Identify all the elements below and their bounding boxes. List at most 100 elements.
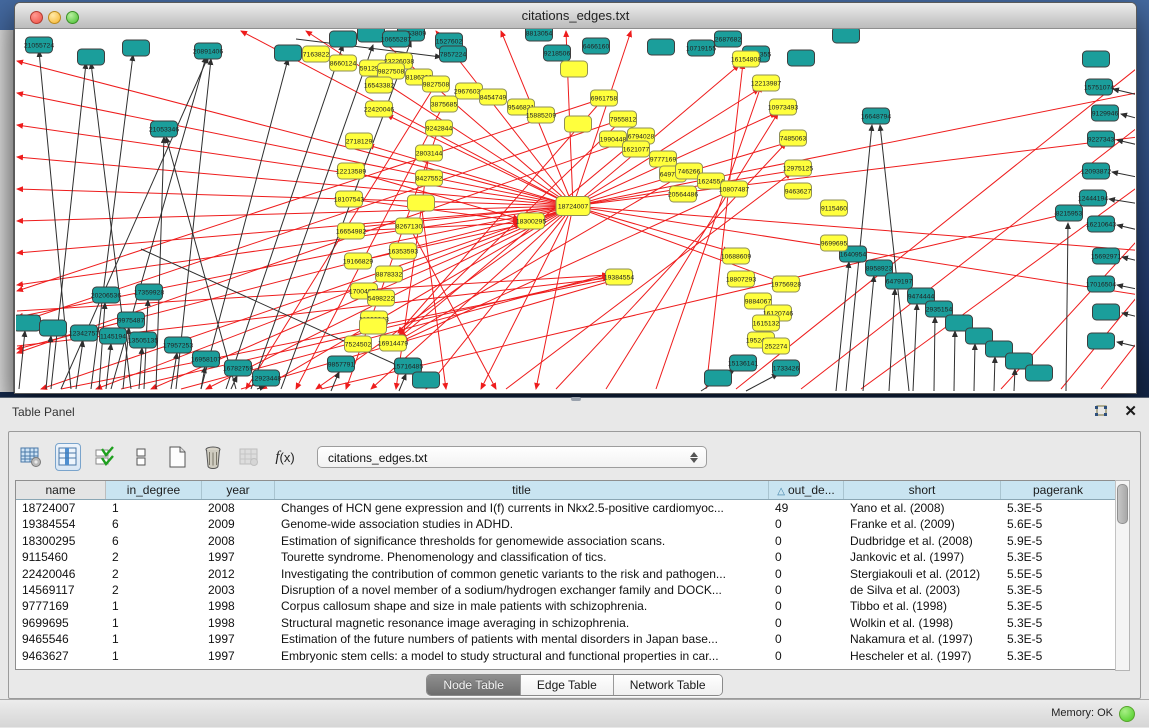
table-row[interactable]: 1872400712008Changes of HCN gene express…	[16, 500, 1116, 516]
graph-node[interactable]: 12213589	[336, 163, 366, 179]
graph-node[interactable]: 8427552	[416, 170, 443, 186]
table-row[interactable]: 1938455462009Genome-wide association stu…	[16, 516, 1116, 532]
graph-node[interactable]: 8660124	[330, 55, 357, 71]
graph-edge[interactable]	[421, 203, 446, 389]
table-row[interactable]: 946362711997Embryonic stem cells: a mode…	[16, 648, 1116, 664]
graph-edge[interactable]	[1117, 140, 1135, 147]
graph-node[interactable]	[360, 318, 387, 334]
graph-edge[interactable]	[139, 348, 142, 389]
graph-node[interactable]: 15692971	[1091, 248, 1121, 264]
graph-node[interactable]: 17359928	[134, 284, 164, 300]
graph-node[interactable]: 9777169	[650, 151, 677, 167]
graph-node[interactable]: 10807487	[719, 181, 749, 197]
column-header-name[interactable]: name	[16, 481, 106, 499]
graph-edge[interactable]	[573, 91, 1135, 206]
vertical-scrollbar[interactable]	[1115, 480, 1130, 671]
graph-node[interactable]: 9115460	[821, 200, 848, 216]
graph-node[interactable]: 9975487	[118, 312, 145, 328]
graph-node[interactable]: 9463627	[785, 183, 812, 199]
network-table-selector[interactable]: citations_edges.txt	[317, 446, 707, 468]
graph-node[interactable]	[275, 45, 302, 61]
graph-node[interactable]	[1088, 333, 1115, 349]
graph-edge[interactable]	[573, 206, 1135, 251]
column-header-title[interactable]: title	[275, 481, 769, 499]
graph-node[interactable]: 15751074	[1084, 79, 1114, 95]
graph-node[interactable]: 15885209	[526, 107, 556, 123]
graph-node[interactable]: 16543382	[364, 77, 394, 93]
graph-node[interactable]: 16353593	[388, 243, 418, 259]
graph-node[interactable]	[565, 116, 592, 132]
graph-node[interactable]: 20564486	[668, 186, 698, 202]
graph-node[interactable]: 9827508	[423, 76, 450, 92]
graph-node[interactable]: 16654982	[336, 223, 366, 239]
graph-node[interactable]	[833, 29, 860, 43]
graph-node[interactable]	[78, 49, 105, 65]
graph-node[interactable]: 18724007	[556, 197, 590, 216]
network-view-window[interactable]: citations_edges.txt 21055724208914061605…	[14, 2, 1137, 394]
graph-node[interactable]: 12923448	[251, 370, 281, 386]
graph-edge[interactable]	[954, 331, 955, 391]
graph-node[interactable]: 7524502	[345, 336, 372, 352]
graph-node[interactable]: 8878332	[376, 266, 403, 282]
graph-node[interactable]: 19756928	[771, 276, 801, 292]
table-row[interactable]: 977716911998Corpus callosum shape and si…	[16, 598, 1116, 614]
graph-edge[interactable]	[994, 357, 995, 391]
graph-edge[interactable]	[156, 137, 164, 389]
graph-edge[interactable]	[231, 376, 237, 389]
citation-network-graph[interactable]: 2105572420891406160538091065528715276027…	[16, 29, 1135, 392]
graph-node[interactable]: 12093872	[1081, 163, 1111, 179]
graph-node[interactable]: 12342757	[69, 325, 99, 341]
graph-node[interactable]: 3875685	[431, 96, 458, 112]
graph-node[interactable]	[40, 320, 67, 336]
graph-node[interactable]: 10688609	[721, 248, 751, 264]
graph-edge[interactable]	[1109, 199, 1135, 205]
graph-node[interactable]: 2935154	[926, 301, 953, 317]
graph-edge[interactable]	[358, 225, 521, 261]
graph-edge[interactable]	[1121, 114, 1135, 121]
graph-node[interactable]: 2718129	[346, 133, 373, 149]
graph-node[interactable]: 16648794	[861, 108, 891, 124]
graph-node[interactable]	[16, 315, 41, 331]
graph-node[interactable]: 20891406	[193, 43, 223, 59]
graph-node[interactable]: 16210643	[1086, 216, 1116, 232]
graph-node[interactable]: 8215953	[1056, 205, 1083, 221]
column-header-in_degree[interactable]: in_degree	[106, 481, 202, 499]
graph-edge[interactable]	[17, 189, 573, 206]
graph-node[interactable]	[1093, 304, 1120, 320]
tab-edge-table[interactable]: Edge Table	[521, 675, 614, 695]
network-canvas[interactable]: 2105572420891406160538091065528715276027…	[16, 29, 1135, 392]
graph-node[interactable]: 16958107	[191, 351, 221, 367]
graph-node[interactable]: 18107543	[334, 191, 364, 207]
graph-node[interactable]: 9699695	[821, 235, 848, 251]
graph-node[interactable]: 9857791	[328, 356, 355, 372]
graph-node[interactable]: 19166829	[343, 253, 373, 269]
graph-node[interactable]: 18300295	[516, 213, 546, 229]
graph-node[interactable]: 1145194	[100, 328, 127, 344]
float-panel-icon[interactable]	[1093, 404, 1109, 420]
graph-node[interactable]: 7485063	[780, 130, 807, 146]
graph-edge[interactable]	[351, 223, 520, 231]
tab-node-table[interactable]: Node Table	[427, 675, 521, 695]
graph-node[interactable]: 1621077	[623, 141, 650, 157]
column-header-year[interactable]: year	[202, 481, 275, 499]
graph-edge[interactable]	[1112, 172, 1135, 179]
graph-node[interactable]: 19384554	[604, 269, 634, 285]
graph-edge[interactable]	[399, 374, 406, 391]
graph-node[interactable]: 10719155	[686, 40, 716, 56]
graph-node[interactable]: 5498222	[368, 290, 395, 306]
graph-node[interactable]: 6466160	[583, 38, 610, 54]
graph-node[interactable]: 9242844	[426, 120, 453, 136]
graph-node[interactable]: 18807293	[726, 271, 756, 287]
window-titlebar[interactable]: citations_edges.txt	[15, 3, 1136, 29]
graph-node[interactable]: 17957253	[163, 337, 193, 353]
graph-node[interactable]	[561, 61, 588, 77]
graph-node[interactable]: 12975125	[783, 160, 813, 176]
graph-edge[interactable]	[1117, 285, 1135, 291]
graph-node[interactable]: 10655287	[381, 31, 411, 47]
new-table-icon[interactable]	[165, 444, 189, 470]
show-columns-icon[interactable]	[55, 443, 81, 471]
graph-node[interactable]: 9227343	[1088, 131, 1115, 147]
graph-node[interactable]	[330, 31, 357, 47]
graph-edge[interactable]	[19, 331, 25, 389]
graph-edge[interactable]	[17, 206, 573, 349]
